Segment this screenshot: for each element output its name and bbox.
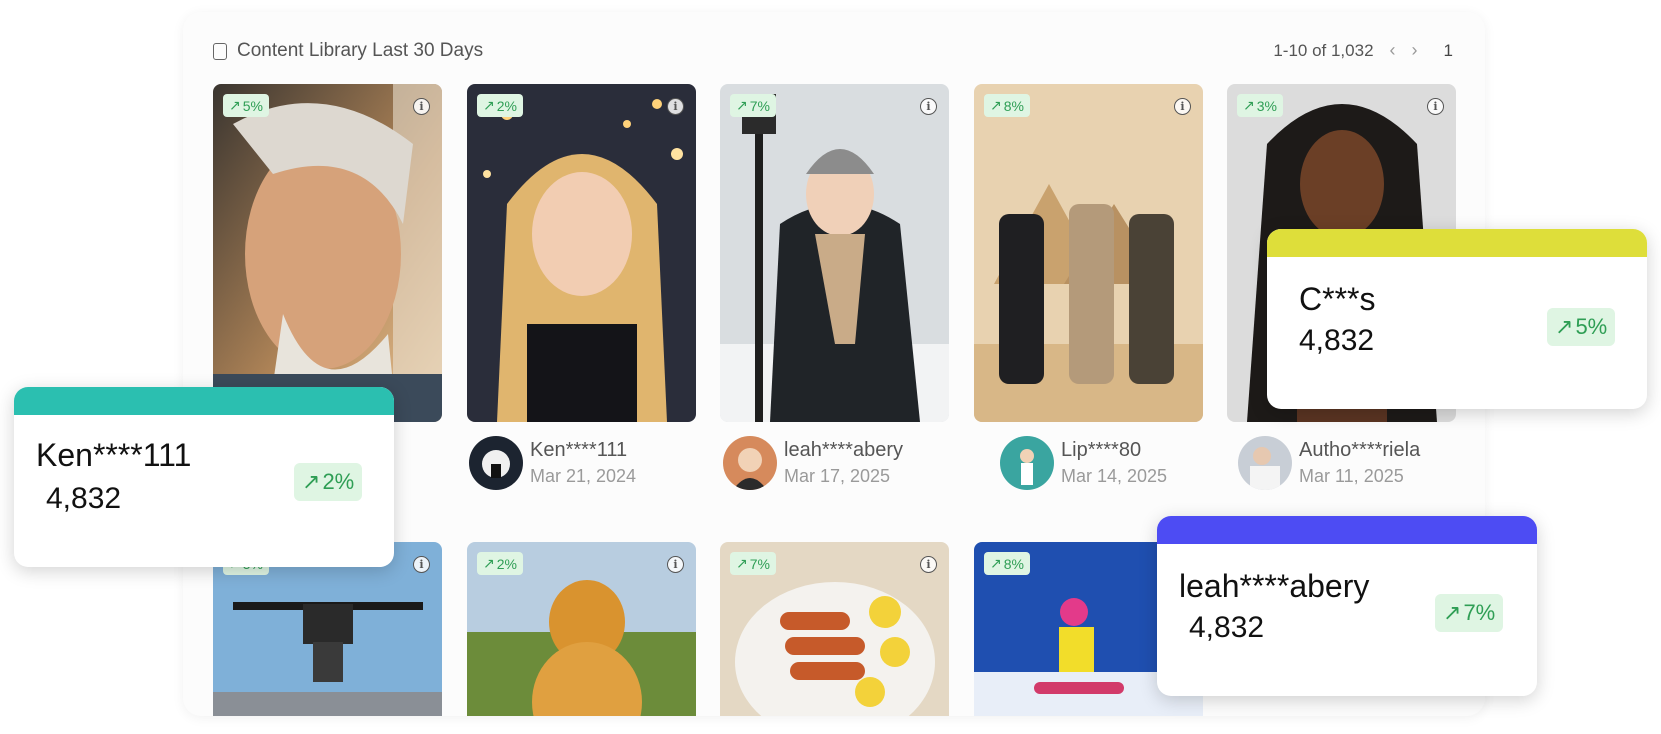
popup-value: 4,832	[46, 482, 122, 515]
author-item[interactable]: Ken****111 Mar 21, 2024	[469, 436, 636, 490]
trend-badge: ↗5%	[1547, 308, 1616, 346]
author-stat-popup: C***s 4,832 ↗ 5%	[1267, 229, 1647, 409]
card-thumbnail	[467, 84, 696, 422]
popup-value: 4,832	[1299, 324, 1375, 357]
author-name: Autho****riela	[1299, 439, 1421, 461]
trend-badge: ↗ 2%	[477, 94, 523, 117]
author-item[interactable]: leah****abery Mar 17, 2025	[723, 436, 903, 490]
info-icon[interactable]: i	[920, 98, 937, 115]
popup-color-bar	[1157, 516, 1537, 544]
avatar	[469, 436, 523, 490]
trending-up-icon: ↗	[1243, 97, 1255, 113]
author-date: Mar 11, 2025	[1299, 466, 1404, 486]
trending-up-icon: ↗	[990, 97, 1002, 113]
author-date: Mar 17, 2025	[784, 466, 891, 486]
pagination: 1-10 of 1,032 ‹ › 1	[1273, 40, 1453, 61]
author-stat-popup: Ken****111 4,832 ↗ 2%	[14, 387, 394, 567]
trending-up-icon: ↗	[736, 555, 748, 571]
panel-header: Content Library Last 30 Days	[213, 40, 483, 62]
trending-up-icon: ↗	[229, 97, 241, 113]
author-item[interactable]: Lip****80 Mar 14, 2025	[1000, 436, 1167, 490]
author-item[interactable]: Autho****riela Mar 11, 2025	[1238, 436, 1420, 490]
author-name: Lip****80	[1061, 439, 1142, 461]
trend-badge: ↗ 7%	[1435, 594, 1504, 632]
popup-name: leah****abery	[1179, 568, 1370, 604]
trend-badge: ↗ 3%	[1237, 94, 1283, 117]
author-date: Mar 14, 2025	[1061, 466, 1168, 486]
trending-up-icon: ↗	[483, 97, 495, 113]
popup-color-bar	[1267, 229, 1647, 257]
popup-name: Ken****111	[36, 437, 192, 473]
author-name: leah****abery	[784, 439, 903, 461]
card-thumbnail	[720, 84, 949, 422]
avatar	[1000, 436, 1054, 490]
info-icon[interactable]: i	[667, 556, 684, 573]
info-icon[interactable]: i	[413, 98, 430, 115]
trend-badge: ↗ 7%	[730, 552, 776, 575]
content-card[interactable]: ↗ 2% i	[467, 542, 696, 716]
author-date: Mar 21, 2024	[530, 466, 637, 486]
chevron-right-icon[interactable]: ›	[1412, 40, 1418, 61]
panel-title: Content Library Last 30 Days	[237, 40, 484, 61]
info-icon[interactable]: i	[1174, 98, 1191, 115]
info-icon[interactable]: i	[667, 98, 684, 115]
content-card[interactable]: ↗5% i	[213, 542, 442, 716]
trending-up-icon: ↗	[302, 469, 321, 494]
trending-up-icon: ↗	[483, 555, 495, 571]
info-icon[interactable]: i	[1427, 98, 1444, 115]
trending-up-icon: ↗	[990, 555, 1002, 571]
content-card[interactable]: ↗ 7% i	[720, 84, 949, 422]
content-card[interactable]: ↗ 7% i	[720, 542, 949, 716]
avatar	[1238, 436, 1292, 490]
card-thumbnail	[213, 84, 442, 422]
info-icon[interactable]: i	[413, 556, 430, 573]
trend-badge: ↗ 8%	[984, 552, 1030, 575]
avatar	[723, 436, 777, 490]
popup-name: C***s	[1299, 281, 1376, 317]
trending-up-icon: ↗	[736, 97, 748, 113]
content-card[interactable]: ↗5% i	[213, 84, 442, 422]
content-card[interactable]: ↗ 2% i	[467, 84, 696, 422]
chevron-left-icon[interactable]: ‹	[1390, 40, 1396, 61]
card-thumbnail	[974, 84, 1203, 422]
info-icon[interactable]: i	[920, 556, 937, 573]
content-card[interactable]: ↗ 8% i	[974, 84, 1203, 422]
page-number[interactable]: 1	[1444, 41, 1453, 61]
document-icon	[213, 42, 227, 60]
trend-badge: ↗ 7%	[730, 94, 776, 117]
trend-badge: ↗ 2%	[477, 552, 523, 575]
trend-badge: ↗5%	[223, 94, 269, 117]
trend-badge: ↗ 2%	[294, 463, 363, 501]
trending-up-icon: ↗	[1443, 600, 1462, 625]
author-stat-popup: leah****abery 4,832 ↗ 7%	[1157, 516, 1537, 696]
popup-color-bar	[14, 387, 394, 415]
popup-value: 4,832	[1189, 611, 1265, 644]
author-name: Ken****111	[530, 439, 628, 461]
pagination-range: 1-10 of 1,032	[1273, 40, 1374, 60]
trending-up-icon: ↗	[1555, 314, 1574, 339]
trend-badge: ↗ 8%	[984, 94, 1030, 117]
